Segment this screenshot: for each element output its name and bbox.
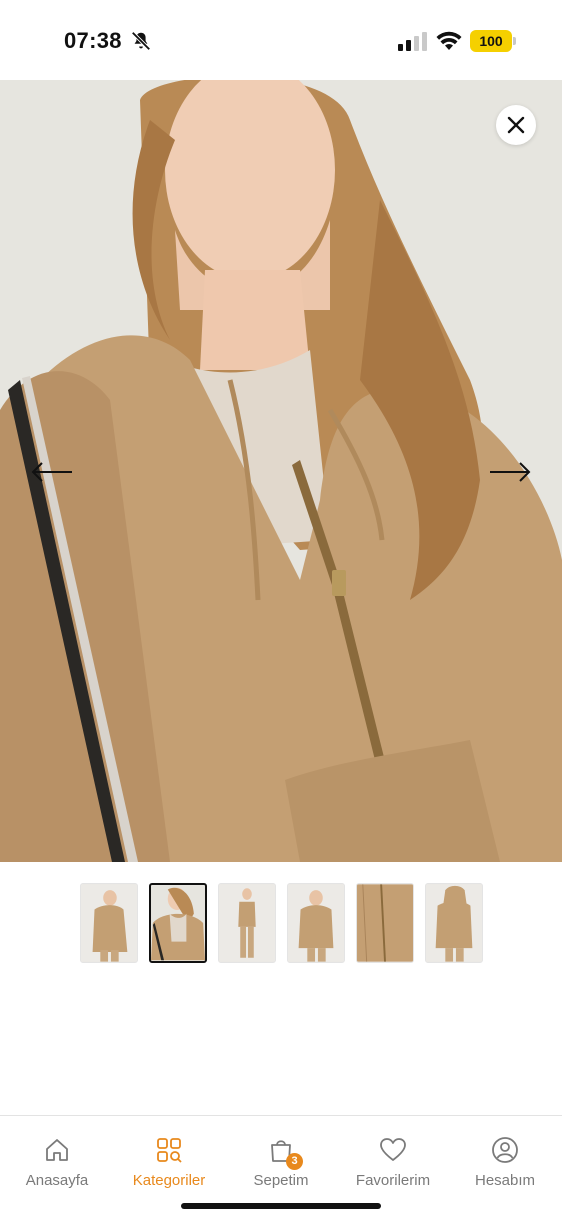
- home-icon: [46, 1139, 68, 1161]
- product-main-image[interactable]: [0, 80, 562, 862]
- tab-label: Anasayfa: [25, 1172, 89, 1189]
- tab-account[interactable]: Hesabım: [450, 1136, 560, 1189]
- close-button[interactable]: [496, 105, 536, 145]
- tab-home[interactable]: Anasayfa: [2, 1136, 112, 1189]
- tab-label: Favorilerim: [355, 1172, 431, 1189]
- thumbnail-1[interactable]: [80, 883, 138, 963]
- thumbnail-photo: [81, 884, 137, 962]
- product-photo: [0, 80, 562, 862]
- next-image-arrow-icon[interactable]: [488, 460, 532, 484]
- thumbnail-photo: [288, 884, 344, 962]
- battery-indicator: 100: [470, 30, 516, 52]
- thumbnail-photo: [426, 884, 482, 962]
- silent-bell-icon: [131, 31, 151, 51]
- close-icon: [507, 116, 525, 134]
- cart-icon-wrapper: 3: [267, 1136, 303, 1170]
- heart-icon: [380, 1138, 406, 1161]
- thumbnail-strip: [80, 883, 483, 963]
- account-icon: [492, 1137, 518, 1163]
- thumbnail-4[interactable]: [287, 883, 345, 963]
- thumbnail-2[interactable]: [149, 883, 207, 963]
- tab-label: Kategoriler: [132, 1172, 206, 1189]
- tab-categories[interactable]: Kategoriler: [114, 1136, 224, 1189]
- cart-count-badge: 3: [286, 1153, 303, 1170]
- previous-image-arrow-icon[interactable]: [30, 460, 74, 484]
- thumbnail-photo: [151, 885, 205, 961]
- tab-label: Sepetim: [253, 1172, 309, 1189]
- thumbnail-5[interactable]: [356, 883, 414, 963]
- thumbnail-6[interactable]: [425, 883, 483, 963]
- thumbnail-photo: [219, 884, 275, 962]
- status-time: 07:38: [64, 28, 122, 53]
- categories-icon: [157, 1138, 182, 1163]
- tab-cart[interactable]: 3 Sepetim: [226, 1136, 336, 1189]
- thumbnail-photo: [357, 884, 413, 962]
- thumbnail-3[interactable]: [218, 883, 276, 963]
- status-bar: 07:38 100: [0, 0, 562, 80]
- home-indicator[interactable]: [181, 1203, 381, 1209]
- wifi-icon: [436, 31, 462, 50]
- tab-favorites[interactable]: Favorilerim: [338, 1136, 448, 1189]
- tab-label: Hesabım: [474, 1172, 536, 1189]
- cellular-signal-icon: [398, 32, 427, 51]
